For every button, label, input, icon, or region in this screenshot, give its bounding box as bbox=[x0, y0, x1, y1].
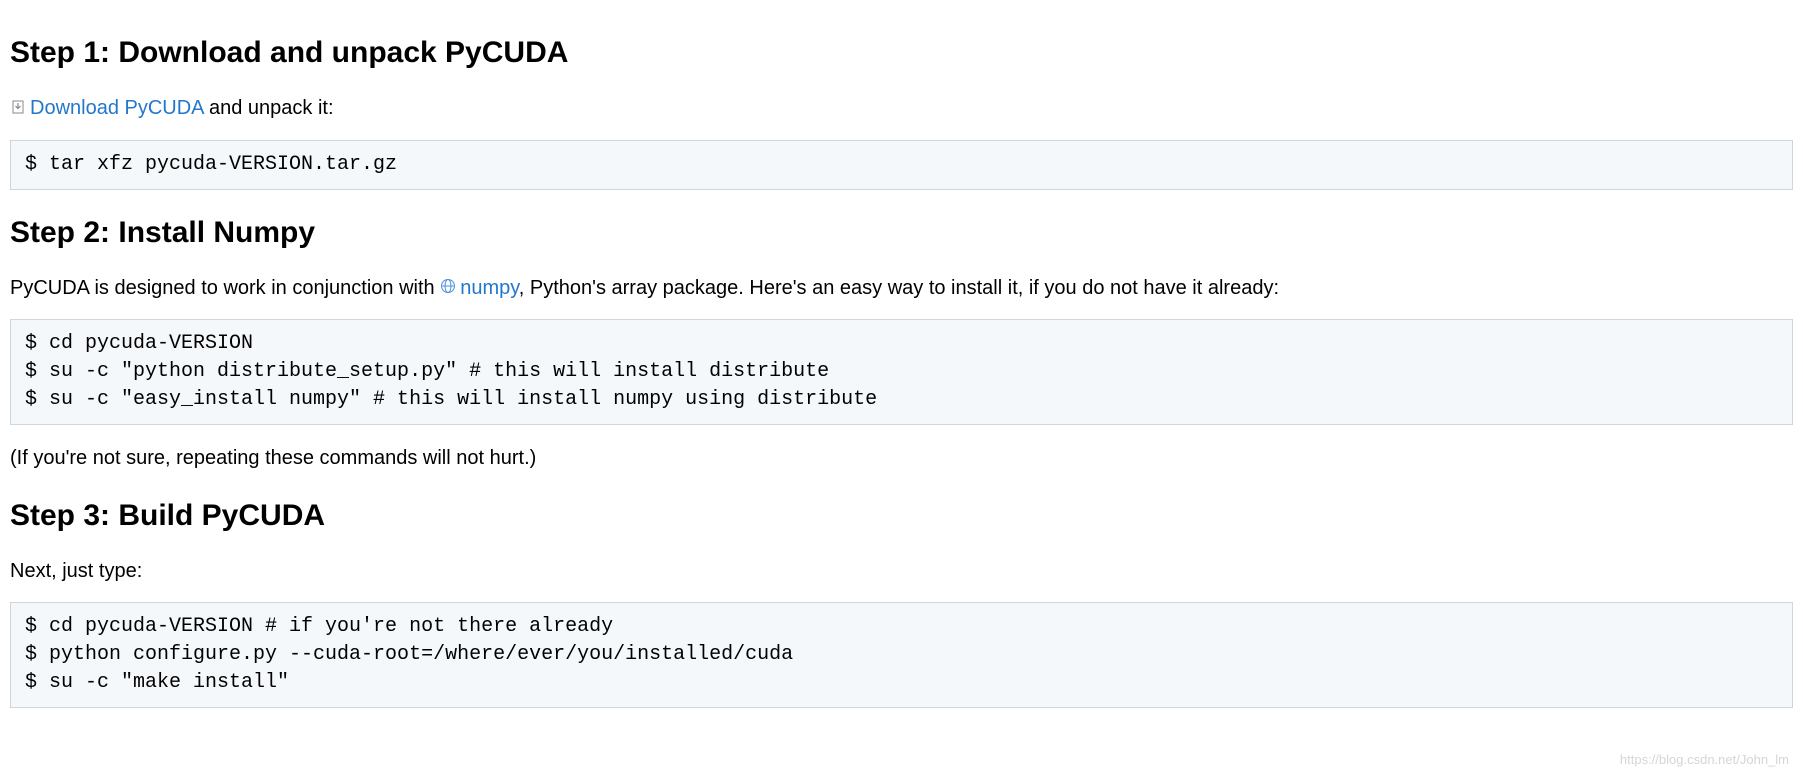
globe-icon bbox=[440, 273, 456, 303]
step-1-intro: Download PyCUDA and unpack it: bbox=[10, 93, 1793, 124]
step-1-heading: Step 1: Download and unpack PyCUDA bbox=[10, 30, 1793, 75]
step-3-intro: Next, just type: bbox=[10, 556, 1793, 586]
step-3-code: $ cd pycuda-VERSION # if you're not ther… bbox=[10, 602, 1793, 708]
step-1-code: $ tar xfz pycuda-VERSION.tar.gz bbox=[10, 140, 1793, 190]
numpy-link[interactable]: numpy bbox=[460, 277, 519, 299]
step-2-code: $ cd pycuda-VERSION $ su -c "python dist… bbox=[10, 319, 1793, 425]
step-3-heading: Step 3: Build PyCUDA bbox=[10, 493, 1793, 538]
watermark: https://blog.csdn.net/John_lm bbox=[1620, 750, 1789, 770]
step-2-suffix: , Python's array package. Here's an easy… bbox=[519, 277, 1279, 299]
step-1-suffix: and unpack it: bbox=[203, 97, 333, 119]
step-2-heading: Step 2: Install Numpy bbox=[10, 210, 1793, 255]
step-2-note: (If you're not sure, repeating these com… bbox=[10, 443, 1793, 473]
step-2-prefix: PyCUDA is designed to work in conjunctio… bbox=[10, 277, 440, 299]
step-2-intro: PyCUDA is designed to work in conjunctio… bbox=[10, 273, 1793, 304]
download-icon bbox=[10, 94, 26, 124]
download-pycuda-link[interactable]: Download PyCUDA bbox=[30, 97, 203, 119]
